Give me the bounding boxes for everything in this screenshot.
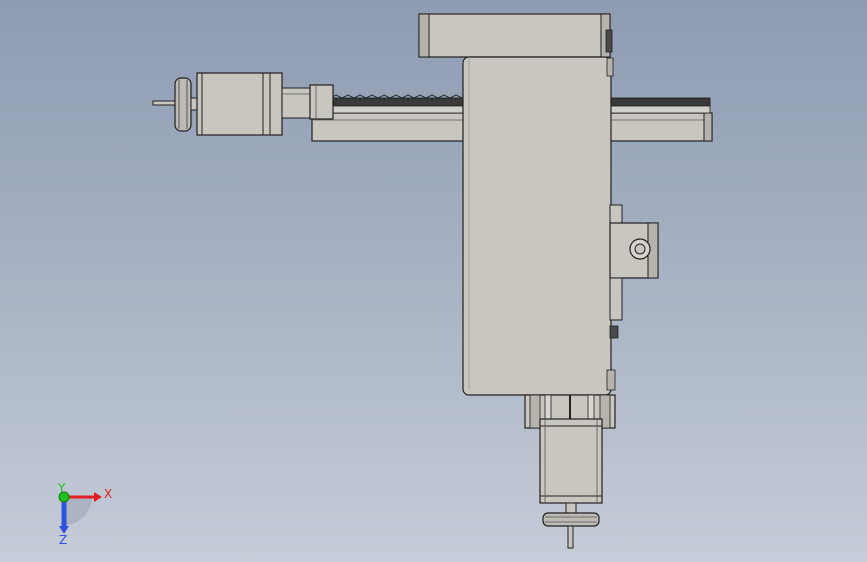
side-bracket[interactable] [609, 204, 659, 339]
motor-body [196, 72, 283, 136]
motor-shaft [567, 525, 574, 549]
z-axis-label: Z [59, 533, 67, 547]
coupling [309, 84, 334, 120]
assembly-drawing: X Y Z [57, 13, 713, 549]
y-axis-label: Y [57, 481, 66, 495]
handwheel [542, 512, 600, 527]
x-axis-label: X [104, 487, 112, 501]
cad-graphics-viewport[interactable]: X Y Z [0, 0, 867, 562]
z-axis-carriage-plate[interactable] [462, 56, 616, 396]
motor-shaft [152, 100, 179, 106]
handwheel [174, 77, 192, 132]
x-axis-arrow-icon [94, 492, 102, 502]
motor-body [539, 418, 603, 504]
x-axis-stepper-motor[interactable] [152, 72, 334, 136]
z-axis-stepper-motor[interactable] [524, 394, 616, 549]
top-mounting-block[interactable] [418, 13, 613, 58]
triad-shading [64, 497, 92, 525]
coordinate-triad: X Y Z [57, 481, 112, 547]
